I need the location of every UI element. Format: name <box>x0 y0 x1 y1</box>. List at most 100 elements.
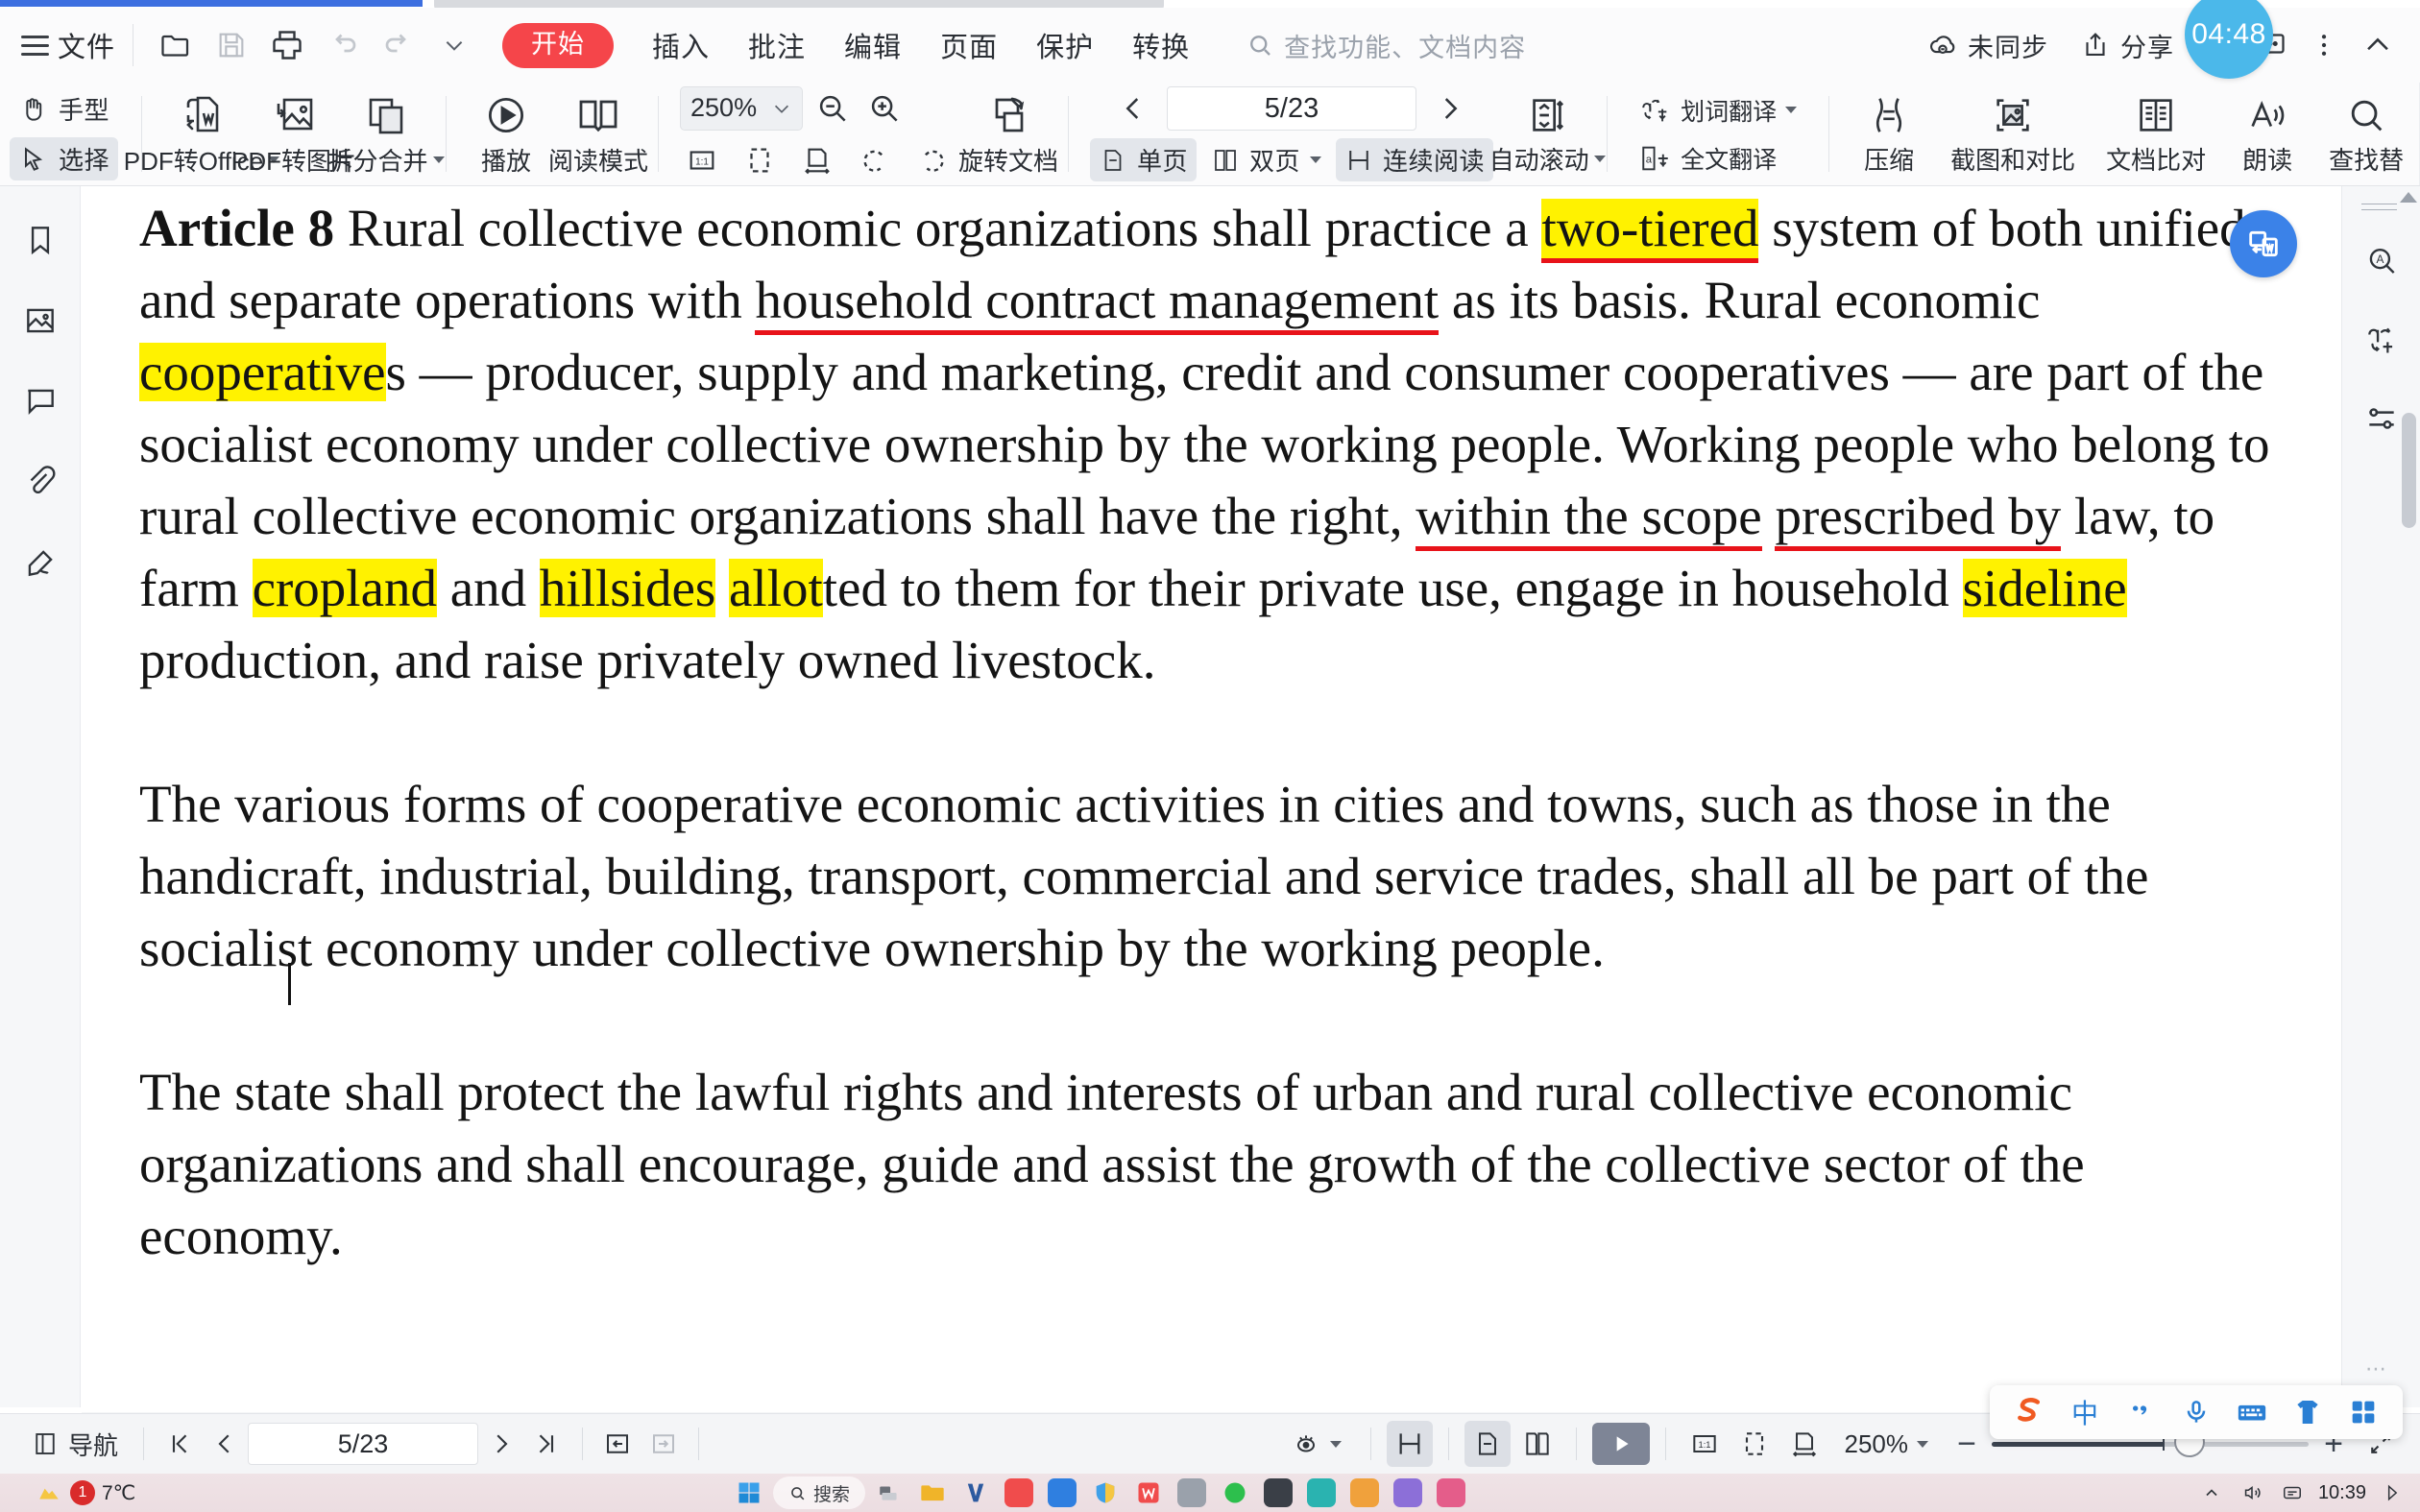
volume-icon[interactable] <box>2238 1478 2266 1507</box>
wps-app-button[interactable] <box>1129 1476 1168 1509</box>
sync-status-button[interactable]: 未同步 <box>1911 16 2064 74</box>
app-button-14[interactable] <box>1389 1476 1427 1509</box>
taobao-button[interactable] <box>1000 1476 1038 1509</box>
hand-tool-button[interactable]: 手型 <box>10 87 118 131</box>
fit-page-button-status[interactable] <box>1731 1421 1778 1467</box>
share-button[interactable]: 分享 <box>2064 16 2190 74</box>
ime-voice-input[interactable] <box>2170 1389 2222 1435</box>
tab-page[interactable]: 页面 <box>940 25 998 65</box>
file-menu-button[interactable]: 文件 <box>21 25 115 65</box>
attachment-icon[interactable] <box>13 455 67 509</box>
chevron-down-icon[interactable] <box>1310 156 1322 163</box>
slideshow-play-button[interactable] <box>1591 1423 1650 1465</box>
auto-scroll-button[interactable]: 自动滚动 <box>1489 83 1606 185</box>
print-icon[interactable] <box>262 20 312 70</box>
select-tool-button[interactable]: 选择 <box>10 137 119 180</box>
taskbar-search-box[interactable]: 搜索 <box>773 1476 866 1509</box>
fit-page-button[interactable] <box>738 138 782 182</box>
navigation-toggle-button[interactable]: 导航 <box>17 1421 132 1467</box>
fit-width-button[interactable] <box>795 138 839 182</box>
play-button[interactable]: 播放 <box>460 83 552 185</box>
comment-icon[interactable] <box>13 374 67 428</box>
browser-button[interactable] <box>956 1476 995 1509</box>
zoom-decrease-button[interactable]: − <box>1946 1428 1988 1460</box>
chevron-down-icon[interactable] <box>1329 1440 1342 1448</box>
word-translate-button[interactable]: 划词翻译 <box>1633 90 1803 131</box>
first-page-button[interactable] <box>156 1421 202 1467</box>
right-sidebar-handle[interactable] <box>2360 204 2402 209</box>
zoom-select[interactable]: 250% <box>680 85 804 131</box>
compress-button[interactable]: 压缩 <box>1843 83 1935 185</box>
chevron-down-icon[interactable] <box>1785 107 1798 113</box>
wechat-button[interactable] <box>1216 1476 1254 1509</box>
sogou-logo-icon[interactable] <box>2003 1389 2055 1435</box>
ime-skin-button[interactable] <box>2282 1389 2334 1435</box>
zoom-in-button[interactable] <box>862 86 907 131</box>
last-page-button[interactable] <box>524 1421 570 1467</box>
security-app-button[interactable] <box>1086 1476 1125 1509</box>
go-back-button[interactable] <box>594 1421 641 1467</box>
rotate-document-button[interactable]: 旋转文档 <box>958 83 1058 185</box>
continuous-read-button[interactable]: 连续阅读 <box>1336 138 1494 181</box>
bookmark-icon[interactable] <box>13 213 67 267</box>
tab-start[interactable]: 开始 <box>502 22 615 68</box>
document-compare-button[interactable]: 文档比对 <box>2091 83 2221 185</box>
rotate-right-button[interactable] <box>910 138 955 182</box>
previous-page-button-status[interactable] <box>202 1421 248 1467</box>
continuous-read-toggle[interactable] <box>1386 1421 1433 1467</box>
zoom-slider[interactable] <box>1992 1427 2309 1457</box>
full-translate-button[interactable]: a 全文翻译 <box>1633 138 1803 179</box>
ime-keyboard-button[interactable] <box>2226 1389 2278 1435</box>
app-button-11[interactable] <box>1259 1476 1297 1509</box>
view-eye-button[interactable] <box>1277 1421 1355 1467</box>
page-number-input[interactable]: 5/23 <box>1167 86 1417 131</box>
zoom-out-button[interactable] <box>811 86 855 131</box>
taskbar-clock[interactable]: 10:39 <box>2318 1483 2366 1502</box>
document-viewport[interactable]: Article 8 Rural collective economic orga… <box>82 186 2338 1377</box>
find-replace-button[interactable]: 查找替 <box>2313 83 2419 185</box>
start-button[interactable] <box>730 1476 768 1509</box>
rotate-left-button[interactable] <box>853 138 897 182</box>
task-view-button[interactable] <box>870 1476 908 1509</box>
screenshot-compare-button[interactable]: 截图和对比 <box>1935 83 2091 185</box>
previous-page-button[interactable] <box>1111 86 1155 131</box>
next-page-button[interactable] <box>1428 86 1472 131</box>
cloud-app-button[interactable] <box>1043 1476 1081 1509</box>
double-page-toggle[interactable] <box>1514 1421 1561 1467</box>
tab-insert[interactable]: 插入 <box>652 25 710 65</box>
pdf-to-image-button[interactable]: PDF转图片 <box>231 83 356 185</box>
single-page-toggle[interactable] <box>1464 1421 1511 1467</box>
app-button-13[interactable] <box>1345 1476 1384 1509</box>
tab-edit[interactable]: 编辑 <box>844 25 902 65</box>
scroll-up-arrow[interactable] <box>2400 192 2417 203</box>
thumbnail-image-icon[interactable] <box>13 294 67 348</box>
more-options-icon[interactable] <box>2297 18 2351 72</box>
ime-tray-icon[interactable] <box>2278 1478 2307 1507</box>
read-aloud-button[interactable]: 朗读 <box>2221 83 2313 185</box>
floating-translate-button[interactable] <box>2230 210 2297 277</box>
ime-language-toggle[interactable]: 中 <box>2059 1389 2111 1435</box>
chevron-down-icon[interactable] <box>432 156 445 163</box>
chevron-down-icon[interactable] <box>1917 1440 1928 1448</box>
app-button-15[interactable] <box>1432 1476 1470 1509</box>
tab-convert[interactable]: 转换 <box>1132 25 1190 65</box>
tab-protect[interactable]: 保护 <box>1036 25 1094 65</box>
status-zoom-select[interactable]: 250% <box>1831 1421 1943 1467</box>
app-button-12[interactable] <box>1302 1476 1341 1509</box>
tab-active-indicator[interactable] <box>0 0 423 7</box>
tab-annotate[interactable]: 批注 <box>748 25 806 65</box>
single-page-button[interactable]: 单页 <box>1090 138 1198 181</box>
global-search-input[interactable]: 查找功能、文档内容 <box>1246 27 1526 64</box>
reading-mode-button[interactable]: 阅读模式 <box>548 83 648 185</box>
collapse-ribbon-icon[interactable] <box>2351 18 2405 72</box>
vertical-scrollbar-track[interactable] <box>2397 186 2420 1377</box>
open-folder-icon[interactable] <box>151 20 201 70</box>
redo-icon[interactable] <box>374 20 424 70</box>
notification-center-icon[interactable] <box>2378 1478 2407 1507</box>
actual-size-button-status[interactable]: 1:1 <box>1682 1421 1728 1467</box>
double-page-button[interactable]: 双页 <box>1202 138 1330 181</box>
next-page-button-status[interactable] <box>478 1421 524 1467</box>
signature-pen-icon[interactable] <box>13 536 67 589</box>
tray-expand-icon[interactable] <box>2197 1478 2226 1507</box>
ime-apps-button[interactable] <box>2337 1389 2389 1435</box>
